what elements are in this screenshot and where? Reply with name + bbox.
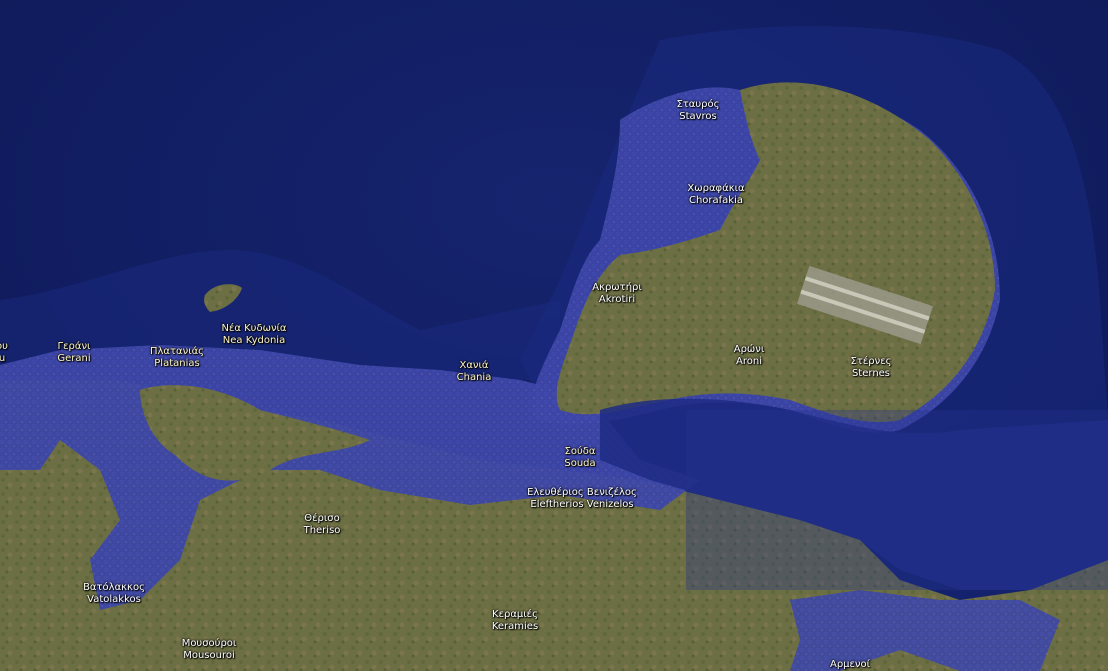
place-eleftherios-venizelos: Ελευθέριος Βενιζέλος Eleftherios Venizelo… [527, 487, 637, 510]
satellite-map-layer [0, 0, 1108, 671]
map-view[interactable]: Σταυρός Stavros Χωραφάκια Chorafakia Ακρωτ… [0, 0, 1108, 671]
place-mousouroi: Μουσούροι Mousouroi [181, 638, 237, 661]
place-keramies: Κεραμιές Keramies [491, 609, 539, 632]
place-aroni: Αρώνι Aroni [733, 344, 765, 367]
place-armenoi: Αρμενοί [829, 659, 871, 670]
bay-tint [686, 410, 1108, 590]
place-akrotiri: Ακρωτήρι Akrotiri [592, 282, 642, 305]
place-platanias: Πλατανιάς Platanias [149, 346, 205, 369]
place-sternes: Στέρνες Sternes [850, 356, 892, 379]
place-vatolakkos: Βατόλακκος Vatolakkos [83, 582, 145, 605]
place-gerani: Γεράνι Gerani [57, 341, 91, 364]
place-stavros: Σταυρός Stavros [676, 99, 720, 122]
place-souda: Σούδα Souda [564, 446, 596, 469]
place-chania: Χανιά Chania [456, 360, 492, 383]
place-chorafakia: Χωραφάκια Chorafakia [687, 183, 745, 206]
place-edge-left: ουu [0, 341, 8, 364]
place-theriso: Θέρισο Theriso [303, 513, 341, 536]
place-nea-kydonia: Νέα Κυδωνία Nea Kydonia [221, 323, 287, 346]
